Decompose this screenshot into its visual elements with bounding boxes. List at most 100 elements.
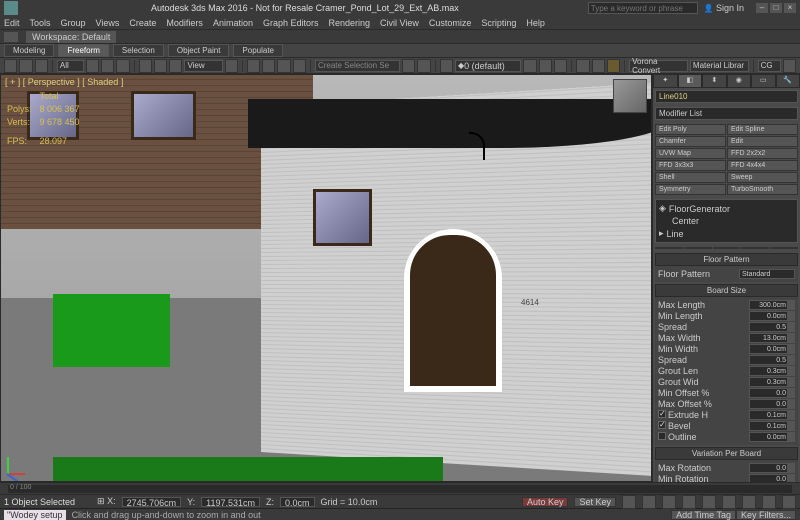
- menu-modifiers[interactable]: Modifiers: [166, 18, 203, 28]
- auto-key-button[interactable]: Auto Key: [522, 497, 569, 507]
- remove-modifier-icon[interactable]: [741, 247, 769, 249]
- workspace-selector[interactable]: Workspace: Default: [26, 31, 116, 43]
- maximize-button[interactable]: □: [770, 3, 782, 13]
- configure-sets-icon[interactable]: [770, 247, 798, 249]
- param-checkbox[interactable]: [658, 410, 666, 418]
- mod-btn-chamfer[interactable]: Chamfer: [655, 136, 726, 147]
- max-viewport-icon[interactable]: [782, 495, 796, 509]
- param-spinner[interactable]: 300.0cm: [749, 300, 795, 310]
- param-spinner[interactable]: 0.0: [749, 474, 795, 482]
- menu-tools[interactable]: Tools: [30, 18, 51, 28]
- menu-group[interactable]: Group: [61, 18, 86, 28]
- mirror-icon[interactable]: [402, 59, 415, 73]
- param-spinner[interactable]: 0.3cm: [749, 366, 795, 376]
- prev-frame-icon[interactable]: [642, 495, 656, 509]
- snap-icon[interactable]: [247, 59, 260, 73]
- param-checkbox[interactable]: [658, 421, 666, 429]
- object-name-field[interactable]: Line010: [655, 90, 798, 103]
- param-spinner[interactable]: 0.5: [749, 322, 795, 332]
- rotate-icon[interactable]: [154, 59, 167, 73]
- modify-tab-icon[interactable]: ◧: [678, 74, 703, 88]
- mod-btn-turbosmooth[interactable]: TurboSmooth: [727, 184, 798, 195]
- make-unique-icon[interactable]: [713, 247, 741, 249]
- key-filters-button[interactable]: Key Filters...: [736, 510, 796, 520]
- time-slider-track[interactable]: [8, 485, 792, 493]
- show-end-result-icon[interactable]: [684, 247, 712, 249]
- viewport-label[interactable]: [ + ] [ Perspective ] [ Shaded ]: [5, 77, 123, 87]
- play-icon[interactable]: [662, 495, 676, 509]
- rollout-header[interactable]: Floor Pattern: [655, 253, 798, 266]
- mod-btn-ffd-2[interactable]: FFD 2x2x2: [727, 148, 798, 159]
- sign-in-link[interactable]: 👤 Sign In: [704, 3, 744, 13]
- pivot-icon[interactable]: [225, 59, 238, 73]
- mod-btn-ffd-3[interactable]: FFD 3x3x3: [655, 160, 726, 171]
- stack-subitem-center[interactable]: Center: [658, 215, 795, 227]
- transform-x-input[interactable]: 2745.706cm: [122, 497, 182, 507]
- undo-icon[interactable]: [4, 59, 17, 73]
- transform-y-input[interactable]: 1197.531cm: [201, 497, 260, 507]
- hierarchy-tab-icon[interactable]: ⬍: [702, 74, 727, 88]
- layer-explorer-icon[interactable]: [440, 59, 453, 73]
- schematic-view-icon[interactable]: [539, 59, 552, 73]
- redo-icon[interactable]: [19, 59, 32, 73]
- tab-modeling[interactable]: Modeling: [4, 44, 54, 57]
- help-search-input[interactable]: [588, 2, 698, 14]
- quick-access-icon[interactable]: [4, 32, 18, 42]
- next-frame-icon[interactable]: [682, 495, 696, 509]
- menu-civil-view[interactable]: Civil View: [380, 18, 419, 28]
- tab-freeform[interactable]: Freeform: [58, 44, 108, 57]
- app-logo-icon[interactable]: [4, 1, 18, 15]
- cg-dropdown[interactable]: CG: [758, 60, 781, 72]
- stack-item-floorgenerator[interactable]: ◈ FloorGenerator: [658, 202, 795, 215]
- menu-views[interactable]: Views: [96, 18, 120, 28]
- goto-start-icon[interactable]: [622, 495, 636, 509]
- param-spinner[interactable]: 0.0cm: [749, 344, 795, 354]
- menu-help[interactable]: Help: [526, 18, 545, 28]
- zoom-icon[interactable]: [742, 495, 756, 509]
- rollout-header[interactable]: Variation Per Board: [655, 447, 798, 460]
- align-icon[interactable]: [417, 59, 430, 73]
- ref-coord-dropdown[interactable]: View: [184, 60, 222, 72]
- menu-animation[interactable]: Animation: [213, 18, 253, 28]
- curve-editor-icon[interactable]: [523, 59, 536, 73]
- script-dropdown-2[interactable]: Material Librar: [690, 60, 749, 72]
- mod-btn-edit[interactable]: Edit: [727, 136, 798, 147]
- mod-btn-uvw-map[interactable]: UVW Map: [655, 148, 726, 159]
- transform-z-input[interactable]: 0.0cm: [280, 497, 315, 507]
- param-spinner[interactable]: 0.0: [749, 463, 795, 473]
- named-selection-dropdown[interactable]: Create Selection Se: [315, 60, 400, 72]
- render-setup-icon[interactable]: [576, 59, 589, 73]
- param-spinner[interactable]: 0.0cm: [749, 432, 795, 442]
- link-icon[interactable]: [35, 59, 48, 73]
- extra-tool-icon[interactable]: [783, 59, 796, 73]
- param-spinner[interactable]: 0.3cm: [749, 377, 795, 387]
- add-time-tag-button[interactable]: Add Time Tag: [671, 510, 736, 520]
- param-spinner[interactable]: 0.0: [749, 388, 795, 398]
- mod-btn-sweep[interactable]: Sweep: [727, 172, 798, 183]
- param-spinner[interactable]: 0.0cm: [749, 311, 795, 321]
- render-frame-icon[interactable]: [592, 59, 605, 73]
- set-key-button[interactable]: Set Key: [574, 497, 616, 507]
- menu-rendering[interactable]: Rendering: [329, 18, 371, 28]
- scale-icon[interactable]: [169, 59, 182, 73]
- menu-scripting[interactable]: Scripting: [481, 18, 516, 28]
- close-button[interactable]: ×: [784, 3, 796, 13]
- display-tab-icon[interactable]: ▭: [751, 74, 776, 88]
- perspective-viewport[interactable]: [ + ] [ Perspective ] [ Shaded ] Total P…: [0, 74, 652, 482]
- select-region-icon[interactable]: [116, 59, 129, 73]
- percent-snap-icon[interactable]: [277, 59, 290, 73]
- stack-item-line[interactable]: ▸ Line: [658, 227, 795, 240]
- motion-tab-icon[interactable]: ◉: [727, 74, 752, 88]
- param-spinner[interactable]: 13.0cm: [749, 333, 795, 343]
- orbit-icon[interactable]: [762, 495, 776, 509]
- pin-stack-icon[interactable]: [655, 247, 683, 249]
- mod-btn-edit-spline[interactable]: Edit Spline: [727, 124, 798, 135]
- pan-icon[interactable]: [722, 495, 736, 509]
- tab-object-paint[interactable]: Object Paint: [168, 44, 230, 57]
- utilities-tab-icon[interactable]: 🔧: [776, 74, 800, 88]
- floor-pattern-dropdown[interactable]: Standard: [739, 269, 795, 279]
- layer-dropdown[interactable]: ◆ 0 (default): [455, 60, 521, 72]
- param-spinner[interactable]: 0.0: [749, 399, 795, 409]
- mod-btn-ffd-4[interactable]: FFD 4x4x4: [727, 160, 798, 171]
- rollout-header[interactable]: Board Size: [655, 284, 798, 297]
